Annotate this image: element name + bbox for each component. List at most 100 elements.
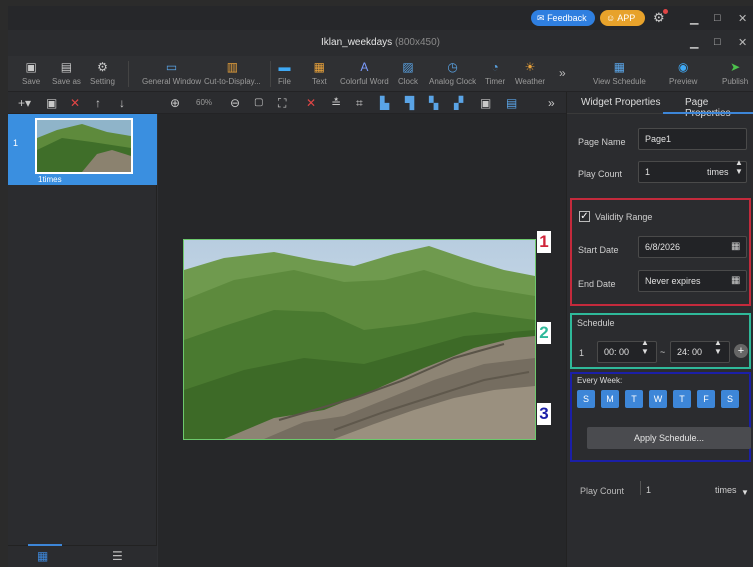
editor-minimize-icon[interactable]: ▁	[690, 36, 698, 49]
end-date-input[interactable]: Never expires ▦	[638, 270, 747, 292]
setting-button[interactable]: ⚙ Setting	[90, 60, 115, 86]
bring-forward-icon[interactable]: ▚	[429, 95, 438, 111]
start-date-input[interactable]: 6/8/2026 ▦	[638, 236, 747, 258]
day-tuesday-toggle[interactable]: T	[625, 390, 643, 408]
stepper-arrows-icon[interactable]: ▲ ▼	[735, 158, 743, 176]
title-bar: Iklan_weekdays (800x450) ▁ □ ✕	[8, 30, 753, 56]
list-view-icon[interactable]: ☰	[112, 549, 123, 563]
align-left-icon[interactable]: ▙	[380, 95, 389, 111]
colorful-word-button[interactable]: A Colorful Word	[340, 60, 389, 86]
day-friday-toggle[interactable]: F	[697, 390, 715, 408]
clear-icon[interactable]: ≛	[331, 95, 341, 111]
align-top-icon[interactable]: ▜	[405, 95, 414, 111]
close-icon[interactable]: ✕	[738, 12, 747, 25]
zoom-level: 60%	[196, 98, 213, 107]
publish-button[interactable]: ➤ Publish	[722, 60, 748, 86]
tab-page-properties[interactable]: Page Properties	[685, 97, 753, 119]
schedule-start-time[interactable]: 00: 00 ▲ ▼	[597, 338, 657, 363]
callout-2: 2	[537, 322, 551, 344]
play-count-label: Play Count	[578, 169, 623, 179]
editor-close-icon[interactable]: ✕	[738, 36, 747, 49]
calendar-icon: ▦	[613, 60, 626, 74]
setting-label: Setting	[90, 77, 115, 86]
play-count-bottom-value: 1	[646, 485, 652, 495]
cut-icon: ▥	[226, 60, 239, 74]
tab-widget-properties[interactable]: Widget Properties	[581, 97, 660, 108]
zoom-in-icon[interactable]: ⊕	[170, 95, 180, 111]
page-caption: 1times	[38, 175, 62, 184]
clock-icon: ▨	[402, 60, 414, 74]
delete-widget-icon[interactable]: ✕	[306, 95, 316, 111]
page-item[interactable]: 1 1times	[8, 114, 157, 185]
end-date-label: End Date	[578, 279, 616, 289]
stage-image[interactable]	[183, 239, 536, 440]
fit-window-icon[interactable]: ⛶	[278, 95, 286, 111]
calendar-picker-icon[interactable]: ▦	[731, 271, 740, 291]
validity-checkbox[interactable]: ✓	[579, 211, 590, 222]
delete-page-icon[interactable]: ✕	[70, 95, 80, 111]
schedule-index: 1	[579, 348, 585, 358]
time-stepper-icon[interactable]: ▲ ▼	[714, 338, 722, 356]
play-count-bottom-field[interactable]: 1 times ▼	[640, 481, 749, 497]
time-stepper-icon[interactable]: ▲ ▼	[641, 338, 649, 356]
day-monday-toggle[interactable]: M	[601, 390, 619, 408]
maximize-icon[interactable]: □	[714, 12, 721, 24]
day-sunday-toggle[interactable]: S	[577, 390, 595, 408]
editor-maximize-icon[interactable]: □	[714, 36, 721, 48]
send-backward-icon[interactable]: ▞	[454, 95, 463, 111]
top-bar: ✉ Feedback ☺ APP ⚙ ▁ □ ✕	[8, 6, 753, 30]
save-as-icon: ▤	[60, 60, 73, 74]
text-label: Text	[312, 77, 327, 86]
title-resolution: (800x450)	[394, 37, 440, 48]
distribute-icon[interactable]: ▤	[506, 95, 517, 111]
schedule-separator: ~	[660, 347, 666, 357]
file-button[interactable]: ▬ File	[278, 60, 291, 86]
actual-size-icon[interactable]: ▢	[254, 95, 263, 111]
move-up-icon[interactable]: ↑	[95, 95, 101, 111]
file-label: File	[278, 77, 291, 86]
feedback-button[interactable]: ✉ Feedback	[531, 10, 595, 26]
more-tools-icon[interactable]: »	[548, 95, 555, 111]
properties-tabs: Widget Properties Page Properties	[567, 92, 753, 119]
grid-view-icon[interactable]: ▦	[37, 549, 48, 563]
apply-schedule-button[interactable]: Apply Schedule...	[587, 427, 751, 449]
view-schedule-button[interactable]: ▦ View Schedule	[593, 60, 646, 86]
save-as-button[interactable]: ▤ Save as	[52, 60, 81, 86]
analog-clock-button[interactable]: ◷ Analog Clock	[429, 60, 476, 86]
add-schedule-icon[interactable]: +	[734, 344, 748, 358]
text-button[interactable]: ▦ Text	[312, 60, 327, 86]
day-wednesday-toggle[interactable]: W	[649, 390, 667, 408]
app-button[interactable]: ☺ APP	[600, 10, 645, 26]
play-count-value: 1	[645, 167, 651, 177]
validity-label: Validity Range	[595, 212, 653, 222]
fill-window-icon[interactable]: ▣	[480, 95, 491, 111]
toolbar-divider	[270, 61, 271, 87]
page-list-panel: 1 1times ▦ ☰	[8, 114, 157, 567]
preview-button[interactable]: ◉ Preview	[669, 60, 697, 86]
landscape-image	[184, 240, 535, 439]
calendar-picker-icon[interactable]: ▦	[731, 237, 740, 257]
minimize-icon[interactable]: ▁	[690, 12, 698, 25]
save-button[interactable]: ▣ Save	[22, 60, 40, 86]
play-count-stepper[interactable]: 1 times ▲ ▼	[638, 158, 747, 183]
page-name-input[interactable]: Page1	[638, 128, 747, 150]
day-thursday-toggle[interactable]: T	[673, 390, 691, 408]
general-window-button[interactable]: ▭ General Window	[142, 60, 201, 86]
editor-window: ✉ Feedback ☺ APP ⚙ ▁ □ ✕ Iklan_weekdays …	[8, 6, 753, 567]
timer-icon: ◔	[491, 60, 499, 74]
zoom-out-icon[interactable]: ⊖	[230, 95, 240, 111]
move-down-icon[interactable]: ↓	[119, 95, 125, 111]
dropdown-arrow-icon[interactable]: ▼	[741, 488, 749, 497]
copy-page-icon[interactable]: ▣	[46, 95, 57, 111]
view-schedule-label: View Schedule	[593, 77, 646, 86]
schedule-end-value: 24: 00	[677, 347, 703, 357]
cut-to-display-button[interactable]: ▥ Cut-to-Display...	[204, 60, 261, 86]
timer-button[interactable]: ◔ Timer	[485, 60, 505, 86]
add-page-icon[interactable]: +▾	[18, 95, 31, 111]
day-saturday-toggle[interactable]: S	[721, 390, 739, 408]
schedule-end-time[interactable]: 24: 00 ▲ ▼	[670, 338, 730, 363]
crop-icon[interactable]: ⌗	[356, 95, 363, 111]
clock-button[interactable]: ▨ Clock	[398, 60, 418, 86]
toolbar-overflow-icon[interactable]: »	[559, 66, 566, 80]
weather-button[interactable]: ☀ Weather	[515, 60, 545, 86]
